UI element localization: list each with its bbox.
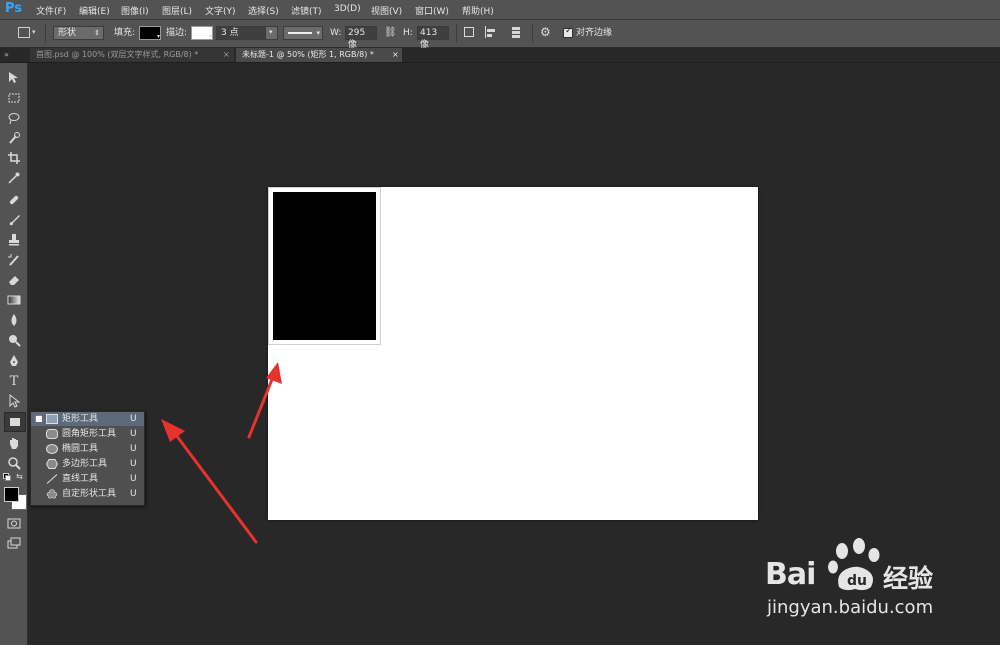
svg-text:du: du xyxy=(847,573,867,589)
baidu-jingyan-watermark: Bai du 经验 jingyan.baidu.com xyxy=(765,535,995,630)
arrow-to-rectangle xyxy=(247,362,282,439)
watermark-suffix: 经验 xyxy=(883,564,934,593)
arrow-to-flyout xyxy=(161,419,258,544)
paw-icon: du xyxy=(828,538,880,591)
watermark-brand: Bai xyxy=(765,557,816,592)
watermark-url: jingyan.baidu.com xyxy=(767,597,934,618)
